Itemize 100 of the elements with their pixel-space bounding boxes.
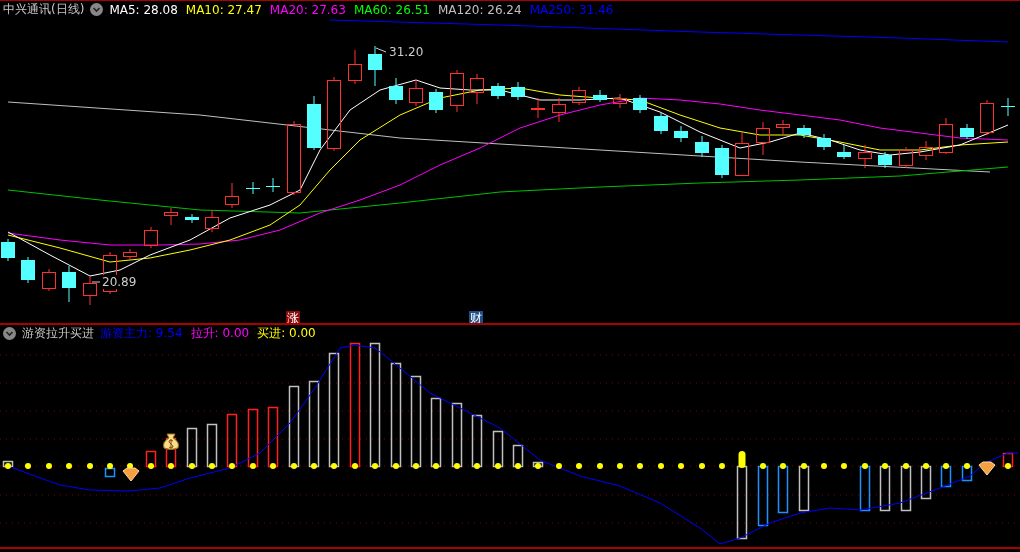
candlestick — [368, 45, 382, 87]
candlestick — [21, 256, 35, 284]
signal-dot — [46, 463, 52, 469]
signal-dot — [678, 463, 684, 469]
candlestick — [409, 79, 423, 107]
signal-dot — [821, 463, 827, 469]
candlestick — [858, 144, 872, 169]
signal-dot — [209, 463, 215, 469]
candlestick — [42, 268, 56, 292]
candlestick — [307, 95, 321, 151]
signal-dot — [372, 463, 378, 469]
signal-dot — [331, 463, 337, 469]
candlestick — [593, 89, 607, 103]
signal-dot — [658, 463, 664, 469]
signal-dot — [862, 463, 868, 469]
signal-dot — [780, 463, 786, 469]
candlestick — [837, 144, 851, 160]
candlestick — [674, 125, 688, 143]
signal-dot — [25, 463, 31, 469]
signal-dot — [637, 463, 643, 469]
event-badge[interactable]: 涨 — [286, 311, 300, 323]
signal-dot — [148, 463, 154, 469]
candlestick — [939, 117, 953, 155]
candlestick — [756, 121, 770, 156]
candlestick — [552, 97, 566, 123]
indicator-value: MA10: 27.47 — [185, 2, 262, 17]
candlestick — [491, 82, 505, 100]
signal-dot — [964, 463, 970, 469]
candlestick — [266, 177, 280, 193]
candlestick — [123, 248, 137, 260]
signal-dot — [189, 463, 195, 469]
signal-dot — [699, 463, 705, 469]
signal-dot — [5, 463, 11, 469]
candlestick — [919, 140, 933, 161]
signal-dot — [841, 463, 847, 469]
signal-dot — [495, 463, 501, 469]
signal-dot — [515, 463, 521, 469]
signal-dot — [801, 463, 807, 469]
signal-dot — [943, 463, 949, 469]
candlestick — [429, 88, 443, 114]
chart-title: 游资拉升买进 — [22, 325, 94, 342]
candlestick — [511, 81, 525, 101]
candlestick — [878, 151, 892, 169]
candlestick — [633, 94, 647, 114]
candlestick — [1, 238, 15, 262]
candlestick — [817, 133, 831, 151]
signal-dot — [556, 463, 562, 469]
candlestick — [144, 226, 158, 249]
signal-dot — [393, 463, 399, 469]
signal-dot — [270, 463, 276, 469]
signal-dot — [413, 463, 419, 469]
candlestick — [348, 49, 362, 85]
candlestick — [470, 73, 484, 105]
indicator-value: MA20: 27.63 — [269, 2, 346, 17]
chart-title: 中兴通讯(日线) — [3, 1, 85, 18]
signal-dot — [87, 463, 93, 469]
signal-dot — [903, 463, 909, 469]
diamond-icon — [122, 467, 140, 482]
candlestick — [654, 112, 668, 135]
diamond-icon — [978, 461, 996, 476]
candlestick — [164, 207, 178, 226]
candlestick — [776, 119, 790, 135]
candlestick — [389, 77, 403, 105]
signal-dot — [433, 463, 439, 469]
indicator-value: MA60: 26.51 — [353, 2, 430, 17]
signal-dot — [760, 463, 766, 469]
indicator-value: MA120: 26.24 — [437, 2, 522, 17]
dropdown-icon[interactable] — [3, 327, 16, 340]
signal-dot — [597, 463, 603, 469]
indicator-value: 拉升: 0.00 — [190, 325, 250, 342]
candlestick — [980, 99, 994, 136]
money-bag-icon — [163, 433, 179, 450]
signal-dot — [535, 463, 541, 469]
candlestick — [1001, 97, 1015, 117]
signal-marker — [738, 451, 746, 468]
signal-dot — [291, 463, 297, 469]
indicator-value: MA5: 28.08 — [109, 2, 178, 17]
signal-dot — [229, 463, 235, 469]
signal-dot — [454, 463, 460, 469]
candlestick — [797, 124, 811, 139]
indicator-value: 买进: 0.00 — [257, 325, 316, 342]
candlestick — [715, 144, 729, 179]
signal-dot — [1005, 463, 1011, 469]
signal-dot — [617, 463, 623, 469]
candlestick — [899, 146, 913, 169]
candlestick — [735, 131, 749, 177]
candlestick — [62, 265, 76, 303]
signal-dot — [474, 463, 480, 469]
candlestick — [185, 213, 199, 224]
candlestick — [83, 275, 97, 306]
indicator-value: MA250: 31.46 — [529, 2, 614, 17]
signal-dot — [250, 463, 256, 469]
event-badge[interactable]: 财 — [469, 311, 483, 323]
candlestick — [450, 69, 464, 113]
candlestick — [225, 182, 239, 209]
candlestick — [246, 181, 260, 195]
candlestick — [572, 86, 586, 106]
candlestick — [531, 97, 545, 119]
candlestick — [613, 93, 627, 109]
dropdown-icon[interactable] — [90, 3, 104, 16]
